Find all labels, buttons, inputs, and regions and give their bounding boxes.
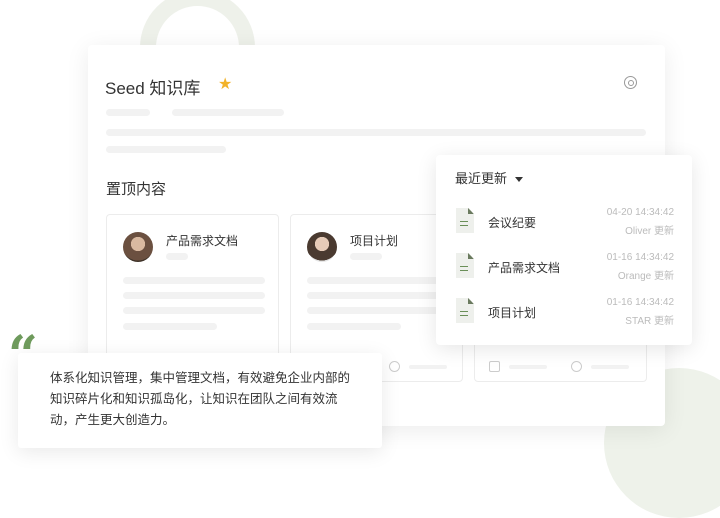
pinned-section-title: 置顶内容: [106, 181, 167, 198]
calendar-icon: [489, 361, 500, 372]
recent-item-updater: Oliver 更新: [625, 226, 674, 237]
gear-icon[interactable]: [624, 76, 637, 89]
recent-item[interactable]: 会议纪要 04-20 14:34:42 Oliver 更新: [436, 200, 692, 244]
quote-card: 体系化知识管理，集中管理文档，有效避免企业内部的知识碎片化和知识孤岛化，让知识在…: [18, 353, 382, 448]
recent-item-time: 04-20 14:34:42: [606, 207, 674, 218]
recent-item[interactable]: 项目计划 01-16 14:34:42 STAR 更新: [436, 290, 692, 334]
recent-item-name: 产品需求文档: [488, 261, 561, 275]
quote-mark-icon: “: [8, 325, 38, 386]
recent-item-time: 01-16 14:34:42: [606, 252, 674, 263]
recent-item-updater: STAR 更新: [625, 316, 674, 327]
placeholder-bar: [106, 109, 150, 116]
page-title: Seed 知识库: [105, 79, 201, 98]
document-icon: [456, 208, 474, 233]
placeholder-bar: [307, 292, 449, 299]
recent-item-name: 会议纪要: [488, 216, 537, 230]
placeholder-bar: [166, 253, 188, 260]
star-icon[interactable]: ★: [218, 74, 232, 94]
recent-item-name: 项目计划: [488, 306, 537, 320]
placeholder-bar: [106, 129, 646, 136]
avatar: [123, 232, 153, 262]
card-title: 项目计划: [350, 234, 399, 248]
placeholder-bar: [409, 365, 447, 369]
recent-updates-dropdown: 最近更新 会议纪要 04-20 14:34:42 Oliver 更新 产品需求文…: [436, 155, 692, 345]
recent-item[interactable]: 产品需求文档 01-16 14:34:42 Orange 更新: [436, 245, 692, 289]
recent-item-updater: Orange 更新: [617, 271, 674, 282]
placeholder-bar: [123, 307, 265, 314]
placeholder-bar: [172, 109, 284, 116]
clock-icon: [389, 361, 400, 372]
placeholder-bar: [307, 323, 401, 330]
placeholder-bar: [123, 292, 265, 299]
recent-updates-title: 最近更新: [455, 171, 508, 186]
placeholder-bar: [509, 365, 547, 369]
card-title: 产品需求文档: [166, 234, 239, 248]
recent-updates-toggle[interactable]: 最近更新: [455, 168, 524, 187]
avatar: [307, 232, 337, 262]
placeholder-bar: [106, 146, 226, 153]
placeholder-bar: [307, 307, 449, 314]
placeholder-bar: [123, 323, 217, 330]
placeholder-bar: [591, 365, 629, 369]
clock-icon: [571, 361, 582, 372]
document-icon: [456, 298, 474, 323]
document-icon: [456, 253, 474, 278]
quote-text: 体系化知识管理，集中管理文档，有效避免企业内部的知识碎片化和知识孤岛化，让知识在…: [50, 371, 351, 427]
recent-item-time: 01-16 14:34:42: [606, 297, 674, 308]
placeholder-bar: [350, 253, 382, 260]
placeholder-bar: [123, 277, 265, 284]
caret-down-icon: [515, 177, 524, 183]
placeholder-bar: [307, 277, 449, 284]
